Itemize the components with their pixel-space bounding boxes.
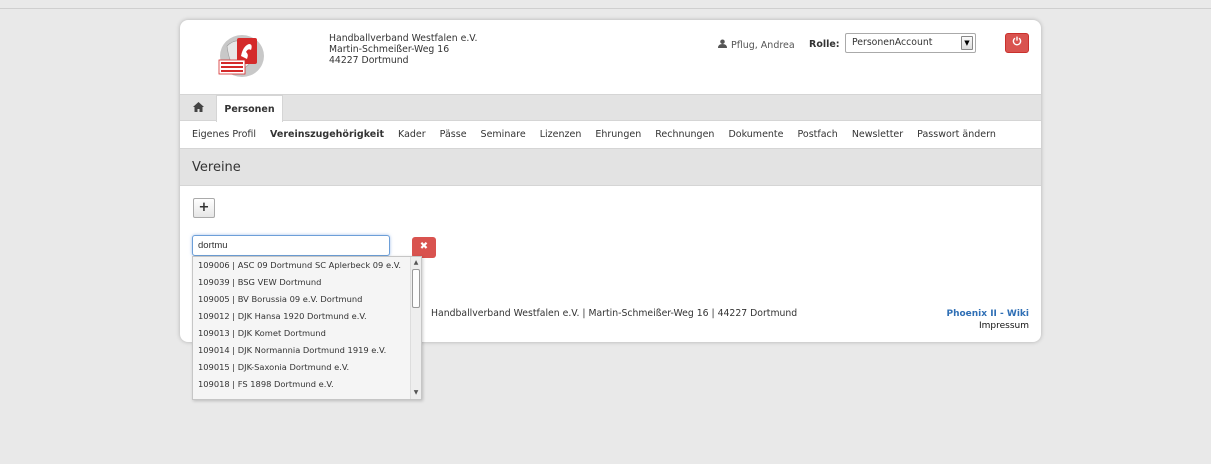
association-logo xyxy=(215,32,269,80)
plus-icon: + xyxy=(198,200,210,215)
nav-lizenzen[interactable]: Lizenzen xyxy=(540,129,582,140)
nav-dokumente[interactable]: Dokumente xyxy=(728,129,783,140)
imprint-link[interactable]: Impressum xyxy=(946,320,1029,332)
chevron-down-icon: ▼ xyxy=(961,36,973,50)
power-icon xyxy=(1012,36,1022,49)
list-item[interactable]: 109015 | DJK-Saxonia Dortmund e.V. xyxy=(193,359,421,376)
result-list: 109006 | ASC 09 Dortmund SC Aplerbeck 09… xyxy=(193,257,421,393)
club-search-input[interactable] xyxy=(192,235,390,256)
footer-links: Phoenix II - Wiki Impressum xyxy=(946,308,1029,332)
add-club-button[interactable]: + xyxy=(193,198,215,218)
list-item[interactable]: 109013 | DJK Komet Dortmund xyxy=(193,325,421,342)
nav-eigenes-profil[interactable]: Eigenes Profil xyxy=(192,129,256,140)
autocomplete-dropdown[interactable]: 109006 | ASC 09 Dortmund SC Aplerbeck 09… xyxy=(192,256,422,400)
tab-bar: Personen xyxy=(180,94,1041,122)
scroll-up-icon[interactable]: ▲ xyxy=(411,258,421,268)
close-icon: ✖ xyxy=(419,241,429,252)
clear-search-button[interactable]: ✖ xyxy=(412,237,436,258)
organization-street: Martin-Schmeißer-Weg 16 xyxy=(329,44,450,55)
list-item[interactable]: 109018 | FS 1898 Dortmund e.V. xyxy=(193,376,421,393)
organization-name: Handballverband Westfalen e.V. xyxy=(329,33,478,44)
current-user[interactable]: Pflug, Andrea xyxy=(718,39,795,51)
list-item[interactable]: 109039 | BSG VEW Dortmund xyxy=(193,274,421,291)
nav-newsletter[interactable]: Newsletter xyxy=(852,129,903,140)
user-name: Pflug, Andrea xyxy=(731,39,795,51)
nav-ehrungen[interactable]: Ehrungen xyxy=(595,129,641,140)
nav-vereinszugehoerigkeit[interactable]: Vereinszugehörigkeit xyxy=(270,129,384,140)
list-item[interactable]: 109012 | DJK Hansa 1920 Dortmund e.V. xyxy=(193,308,421,325)
nav-kader[interactable]: Kader xyxy=(398,129,426,140)
list-item[interactable]: 109014 | DJK Normannia Dortmund 1919 e.V… xyxy=(193,342,421,359)
list-item[interactable]: 109006 | ASC 09 Dortmund SC Aplerbeck 09… xyxy=(193,257,421,274)
top-strip xyxy=(0,0,1211,9)
organization-city: 44227 Dortmund xyxy=(329,55,409,66)
role-label: Rolle: xyxy=(809,39,840,50)
home-icon xyxy=(192,102,204,115)
dropdown-scrollbar[interactable]: ▲ ▼ xyxy=(410,257,421,399)
page-header: Handballverband Westfalen e.V. Martin-Sc… xyxy=(180,20,1041,94)
scroll-thumb[interactable] xyxy=(412,269,420,308)
role-select[interactable]: PersonenAccount ▼ xyxy=(845,33,976,53)
user-icon xyxy=(718,39,727,51)
nav-rechnungen[interactable]: Rechnungen xyxy=(655,129,714,140)
wiki-link[interactable]: Phoenix II - Wiki xyxy=(946,308,1029,320)
tab-personen[interactable]: Personen xyxy=(216,95,283,122)
nav-seminare[interactable]: Seminare xyxy=(481,129,526,140)
organization-address: Handballverband Westfalen e.V. Martin-Sc… xyxy=(329,33,477,66)
sub-navigation: Eigenes Profil Vereinszugehörigkeit Kade… xyxy=(180,121,1041,149)
list-item[interactable]: 109005 | BV Borussia 09 e.V. Dortmund xyxy=(193,291,421,308)
home-tab[interactable] xyxy=(185,100,211,118)
logout-button[interactable] xyxy=(1005,33,1029,53)
nav-passwort-aendern[interactable]: Passwort ändern xyxy=(917,129,996,140)
nav-paesse[interactable]: Pässe xyxy=(440,129,467,140)
footer-address: Handballverband Westfalen e.V. | Martin-… xyxy=(431,308,798,319)
scroll-down-icon[interactable]: ▼ xyxy=(411,388,421,398)
role-select-value: PersonenAccount xyxy=(852,37,933,48)
nav-postfach[interactable]: Postfach xyxy=(798,129,838,140)
section-title: Vereine xyxy=(180,149,1041,186)
